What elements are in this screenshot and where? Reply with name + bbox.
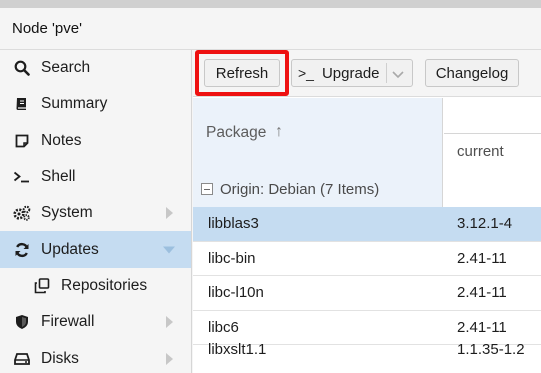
upgrade-split-divider (386, 63, 387, 83)
sidebar-item-label: Shell (41, 168, 76, 186)
package-name: libc-l10n (208, 284, 264, 302)
sidebar-item-repositories[interactable]: Repositories (0, 268, 191, 304)
updates-panel: Refresh >_ Upgrade Changelog Package ↑ c… (193, 50, 541, 373)
chevron-down-icon[interactable] (163, 246, 175, 254)
panel-title: Node 'pve' (12, 20, 82, 37)
sidebar-item-notes[interactable]: Notes (0, 123, 191, 159)
chevron-right-icon[interactable] (166, 316, 173, 329)
package-version: 2.41-11 (457, 284, 507, 302)
sidebar-item-disks[interactable]: Disks (0, 340, 191, 373)
sort-ascending-icon: ↑ (275, 123, 283, 140)
collapse-icon[interactable] (201, 183, 213, 195)
column-header-label: Package (206, 124, 267, 141)
sidebar-item-updates[interactable]: Updates (0, 231, 191, 268)
chevron-down-icon[interactable] (391, 67, 405, 84)
package-version: 2.41-11 (457, 249, 507, 267)
table-row[interactable]: libc-l10n 2.41-11 (193, 276, 541, 311)
copy-icon (32, 277, 52, 295)
sidebar-item-summary[interactable]: Summary (0, 86, 191, 122)
upgrade-label: Upgrade (321, 64, 380, 82)
gears-icon (12, 204, 32, 222)
sidebar-item-label: Updates (41, 240, 99, 258)
node-sidebar: Search Summary Notes Shell System Update… (0, 50, 192, 373)
search-icon (12, 59, 32, 77)
chevron-right-icon[interactable] (166, 207, 173, 220)
package-name: libblas3 (208, 215, 259, 233)
panel-header: Node 'pve' (0, 0, 541, 50)
refresh-icon (12, 241, 32, 259)
table-row[interactable]: libxslt1.1 1.1.35-1.2 (193, 331, 541, 367)
chevron-right-icon[interactable] (166, 352, 173, 365)
table-row[interactable]: libblas3 3.12.1-4 (193, 207, 541, 242)
table-row[interactable]: libc-bin 2.41-11 (193, 242, 541, 276)
package-name: libxslt1.1 (208, 340, 267, 358)
package-version: 1.1.35-1.2 (457, 340, 525, 358)
sidebar-item-label: Firewall (41, 313, 95, 331)
package-name: libc-bin (208, 249, 256, 267)
column-header-current[interactable]: current (457, 143, 504, 160)
package-version: 3.12.1-4 (457, 215, 513, 233)
changelog-button[interactable]: Changelog (425, 59, 519, 87)
note-icon (12, 132, 32, 150)
terminal-icon (12, 168, 32, 186)
group-label: Origin: Debian (7 Items) (220, 180, 380, 198)
upgrade-button[interactable]: >_ Upgrade (291, 59, 413, 87)
sidebar-item-label: System (41, 204, 93, 222)
updates-toolbar: Refresh >_ Upgrade Changelog (193, 50, 541, 97)
sidebar-item-search[interactable]: Search (0, 50, 191, 86)
terminal-icon: >_ (298, 65, 314, 81)
book-icon (12, 95, 32, 113)
sidebar-item-firewall[interactable]: Firewall (0, 304, 191, 340)
sidebar-item-label: Repositories (61, 276, 148, 294)
sidebar-item-shell[interactable]: Shell (0, 159, 191, 195)
sidebar-item-label: Search (41, 59, 91, 77)
disk-icon (12, 350, 32, 368)
sidebar-item-label: Summary (41, 95, 108, 113)
sidebar-item-label: Disks (41, 349, 79, 367)
group-row-origin[interactable]: Origin: Debian (7 Items) (193, 171, 541, 207)
column-group-header (444, 98, 541, 134)
shield-icon (12, 313, 32, 331)
sidebar-item-label: Notes (41, 131, 82, 149)
sidebar-item-system[interactable]: System (0, 195, 191, 231)
refresh-button[interactable]: Refresh (204, 59, 280, 87)
